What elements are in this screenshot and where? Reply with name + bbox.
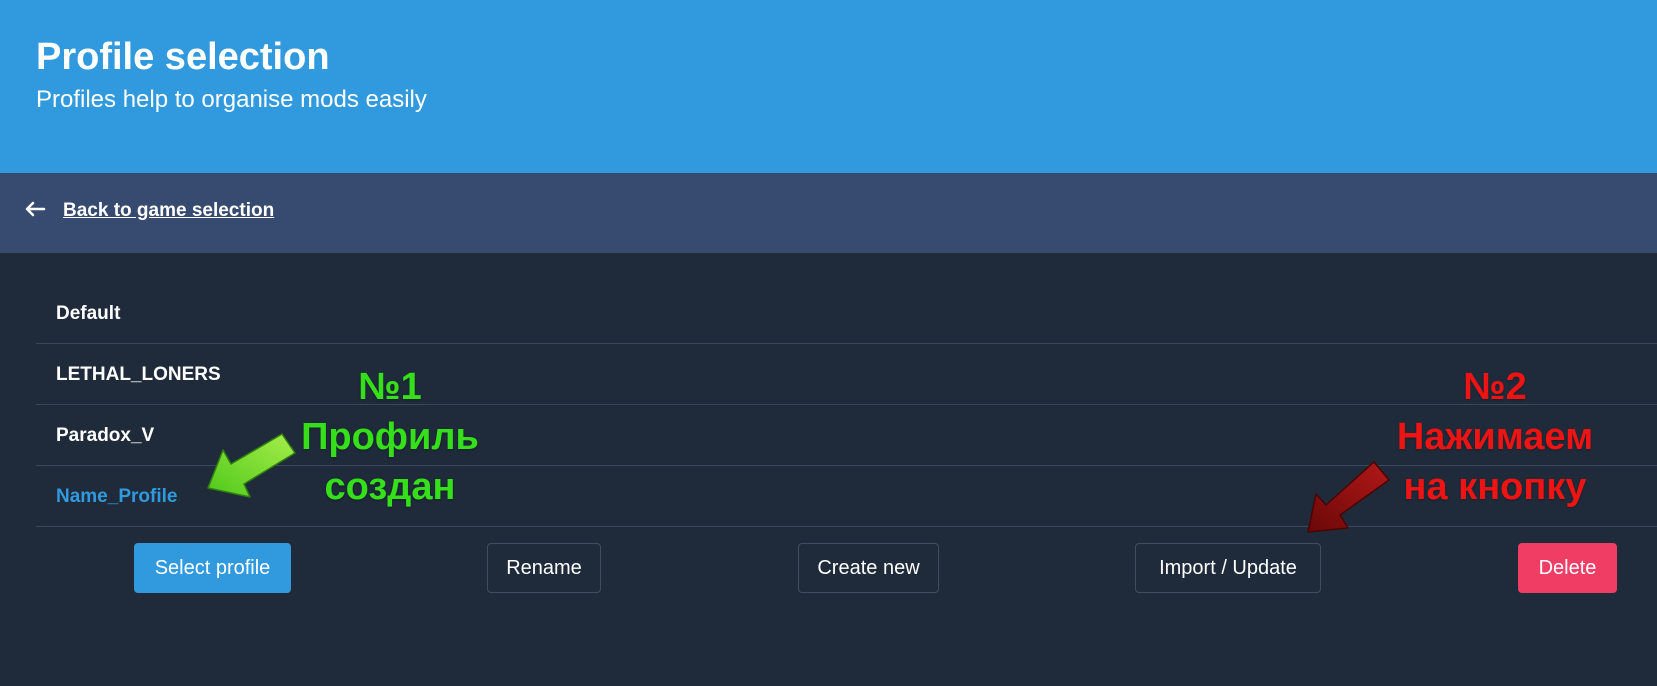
delete-button[interactable]: Delete <box>1518 543 1617 593</box>
navigation-bar: Back to game selection <box>0 173 1657 253</box>
annotation-1-line-2: Профиль <box>301 416 479 458</box>
create-new-button[interactable]: Create new <box>798 543 939 593</box>
back-to-game-selection-link[interactable]: Back to game selection <box>63 199 274 223</box>
annotation-2-line-2: Нажимаем <box>1396 416 1594 458</box>
rename-button[interactable]: Rename <box>487 543 601 593</box>
page-title: Profile selection <box>36 36 330 78</box>
profile-item-default[interactable]: Default <box>36 283 1657 344</box>
select-profile-button[interactable]: Select profile <box>134 543 291 593</box>
annotation-2-number: №2 <box>1463 366 1527 408</box>
page-subtitle: Profiles help to organise mods easily <box>36 86 427 113</box>
import-update-button[interactable]: Import / Update <box>1135 543 1321 593</box>
arrow-left-icon[interactable] <box>24 197 46 221</box>
annotation-1-number: №1 <box>358 366 422 408</box>
annotation-1-line-3: создан <box>324 466 456 508</box>
annotation-arrow-red-icon <box>1307 461 1390 533</box>
annotation-2-line-3: на кнопку <box>1403 466 1587 508</box>
annotation-note-1: №1 Профиль создан <box>290 362 490 512</box>
annotation-arrow-green-icon <box>207 433 296 498</box>
page-header: Profile selection Profiles help to organ… <box>0 0 1657 173</box>
annotation-note-2: №2 Нажимаем на кнопку <box>1370 362 1620 512</box>
